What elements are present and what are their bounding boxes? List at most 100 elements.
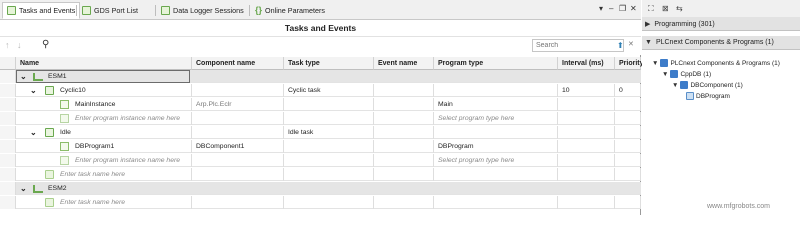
tab-tasks-and-events[interactable]: Tasks and Events	[2, 2, 81, 19]
tree-node-dbprogram[interactable]: DBProgram	[686, 91, 730, 101]
collapse-icon[interactable]: ⌄	[30, 86, 37, 95]
library-icon	[670, 70, 679, 78]
program-type-cell	[434, 196, 558, 209]
program-icon	[60, 100, 69, 109]
task-name-placeholder[interactable]: Enter task name here	[56, 168, 192, 181]
collapse-icon[interactable]: ⌄	[20, 184, 27, 193]
section-label: PLCnext Components & Programs (1)	[655, 39, 774, 46]
task-type-cell	[284, 140, 374, 153]
task-type-cell	[284, 196, 374, 209]
expand-all-icon[interactable]: ⛶	[648, 4, 654, 14]
collapse-icon[interactable]: ▼	[645, 39, 652, 46]
collapse-icon[interactable]: ⌄	[30, 128, 37, 137]
event-name-cell[interactable]	[374, 84, 434, 97]
interval-cell	[558, 112, 615, 125]
column-header-priority[interactable]: Priority	[615, 57, 644, 70]
task-type-cell[interactable]: Idle task	[284, 126, 374, 139]
table-row-new-program[interactable]: Enter program instance name here Select …	[0, 154, 641, 167]
watermark-text: www.mfgrobots.com	[707, 203, 771, 210]
program-type-cell[interactable]: Main	[434, 98, 558, 111]
tasks-and-events-editor: Tasks and Events GDS Port List Data Logg…	[0, 0, 644, 215]
search-input[interactable]	[533, 40, 609, 51]
table-row-dbprogram1[interactable]: DBProgram1 DBComponent1 DBProgram	[0, 140, 641, 153]
restore-icon[interactable]: ❐	[619, 4, 626, 13]
program-type-cell[interactable]: DBProgram	[434, 140, 558, 153]
close-icon[interactable]: ✕	[630, 4, 637, 13]
program-instance-name-placeholder[interactable]: Enter program instance name here	[71, 154, 192, 167]
interval-cell	[558, 126, 615, 139]
collapse-all-icon[interactable]: ⊠	[662, 4, 669, 13]
program-instance-name[interactable]: DBProgram1	[71, 140, 192, 153]
tree-node-label: CppDB (1)	[680, 70, 712, 78]
tab-label: GDS Port List	[94, 6, 138, 15]
component-cell	[192, 168, 284, 181]
program-instance-name-placeholder[interactable]: Enter program instance name here	[71, 112, 192, 125]
task-name[interactable]: Cyclic10	[56, 84, 192, 97]
task-name[interactable]: Idle	[56, 126, 192, 139]
priority-cell[interactable]: 0	[615, 84, 641, 97]
tab-label: Online Parameters	[265, 6, 325, 15]
tree-node-dbcomponent[interactable]: ▼ DBComponent (1)	[672, 80, 743, 90]
column-header-event-name[interactable]: Event name	[374, 57, 434, 70]
clear-search-icon[interactable]: ✕	[628, 40, 634, 48]
event-name-cell	[374, 98, 434, 111]
tab-label: Data Logger Sessions	[173, 6, 244, 15]
program-type-placeholder[interactable]: Select program type here	[434, 112, 558, 125]
task-type-cell	[284, 98, 374, 111]
move-down-icon[interactable]: ↓	[17, 40, 22, 50]
table-row-maininstance[interactable]: MainInstance Arp.Plc.Eclr Main	[0, 98, 641, 111]
search-icon[interactable]: ⬆	[617, 41, 624, 50]
dropdown-icon[interactable]: ▾	[599, 4, 603, 13]
program-icon	[60, 114, 69, 123]
expand-icon[interactable]: ▶	[645, 21, 650, 28]
component-cell	[192, 112, 284, 125]
search-box[interactable]	[532, 39, 624, 52]
column-header-name[interactable]: Name	[16, 57, 192, 70]
table-row-new-program[interactable]: Enter program instance name here Select …	[0, 112, 641, 125]
table-row-esm2[interactable]: ⌄ ESM2	[0, 182, 641, 195]
minimize-icon[interactable]: –	[609, 4, 613, 13]
task-icon	[45, 86, 54, 95]
tab-data-logger-sessions[interactable]: Data Logger Sessions	[157, 2, 248, 19]
program-type-placeholder[interactable]: Select program type here	[434, 154, 558, 167]
column-header-component-name[interactable]: Component name	[192, 57, 284, 70]
collapse-icon[interactable]: ▼	[652, 60, 658, 67]
interval-cell[interactable]: 10	[558, 84, 615, 97]
tab-online-parameters[interactable]: {} Online Parameters	[251, 2, 329, 19]
sort-icon[interactable]: ⇆	[676, 4, 683, 13]
table-row-new-task[interactable]: Enter task name here	[0, 168, 641, 181]
column-header-task-type[interactable]: Task type	[284, 57, 374, 70]
collapse-icon[interactable]: ▼	[672, 82, 678, 89]
task-type-cell	[284, 154, 374, 167]
priority-cell	[615, 112, 641, 125]
table-row-idle[interactable]: ⌄ Idle Idle task	[0, 126, 641, 139]
tree-node-cppdb[interactable]: ▼ CppDB (1)	[662, 69, 711, 79]
component-cell: DBComponent1	[192, 140, 284, 153]
component-cell	[192, 154, 284, 167]
program-instance-name[interactable]: MainInstance	[71, 98, 192, 111]
column-header-program-type[interactable]: Program type	[434, 57, 558, 70]
section-plcnext-components[interactable]: ▼ PLCnext Components & Programs (1)	[642, 36, 800, 50]
table-row-new-task[interactable]: Enter task name here	[0, 196, 641, 209]
tab-bar: Tasks and Events GDS Port List Data Logg…	[0, 0, 641, 20]
priority-cell	[615, 126, 641, 139]
task-type-cell	[284, 112, 374, 125]
priority-cell	[615, 140, 641, 153]
component-cell	[192, 126, 284, 139]
table-row-esm1[interactable]: ⌄ ESM1	[0, 70, 641, 83]
column-header-interval[interactable]: Interval (ms)	[558, 57, 615, 70]
esm-icon	[33, 185, 43, 193]
tab-label: Tasks and Events	[19, 6, 76, 15]
tasks-grid: Name Component name Task type Event name…	[0, 57, 644, 215]
search-toggle-icon[interactable]: ⚲	[42, 39, 49, 50]
table-row-cyclic10[interactable]: ⌄ Cyclic10 Cyclic task 10 0	[0, 84, 641, 97]
task-type-cell[interactable]: Cyclic task	[284, 84, 374, 97]
section-programming[interactable]: ▶ Programming (301)	[642, 17, 800, 31]
tree-node-plcnext-components[interactable]: ▼ PLCnext Components & Programs (1)	[652, 58, 780, 68]
tab-gds-port-list[interactable]: GDS Port List	[78, 2, 142, 19]
task-name-placeholder[interactable]: Enter task name here	[56, 196, 192, 209]
move-up-icon[interactable]: ↑	[5, 40, 10, 50]
esm-name[interactable]: ESM2	[44, 182, 192, 195]
collapse-icon[interactable]: ▼	[662, 71, 668, 78]
task-icon	[45, 198, 54, 207]
